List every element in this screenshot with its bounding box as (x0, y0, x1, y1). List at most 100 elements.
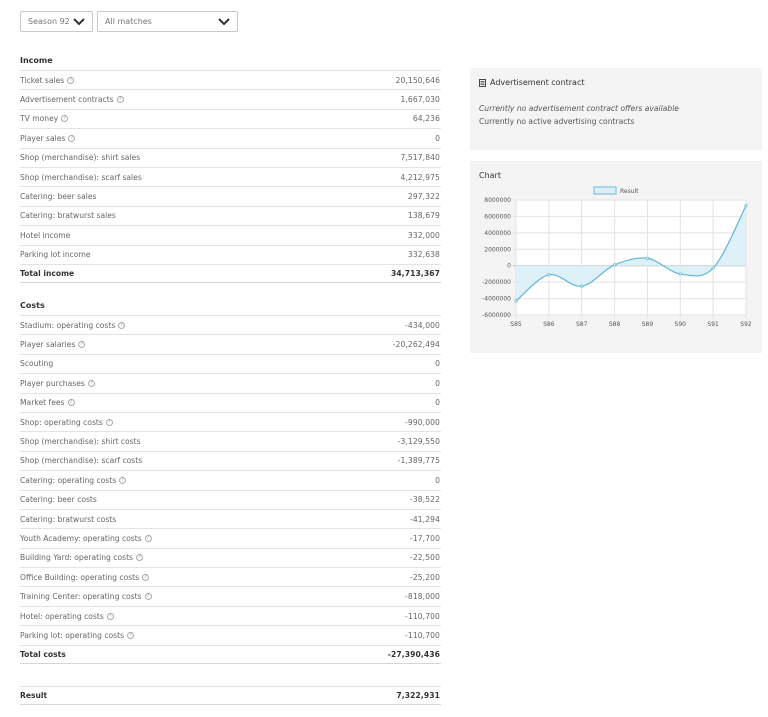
table-row: Shop (merchandise): shirt costs -3,129,55… (20, 431, 441, 450)
row-label: Player sales? (20, 133, 76, 143)
row-value: 0 (435, 359, 440, 369)
table-row: Player purchases? 0 (20, 373, 441, 392)
x-tick-label: S90 (675, 321, 687, 328)
row-label-text: Advertisement contracts (20, 95, 114, 105)
data-point (711, 266, 715, 270)
row-label-text: Market fees (20, 398, 65, 408)
total-label: Total income (20, 269, 75, 279)
row-label-text: Catering: bratwurst costs (20, 514, 117, 524)
total-value: -27,390,436 (387, 649, 440, 659)
total-label: Total costs (20, 649, 66, 659)
table-row: Catering: beer costs -38,522 (20, 489, 441, 509)
info-icon[interactable]: ? (116, 96, 124, 104)
row-label-text: Player purchases (20, 378, 85, 388)
info-icon[interactable]: ? (142, 573, 150, 581)
table-row: Hotel income 332,000 (20, 225, 441, 244)
info-icon[interactable]: ? (78, 341, 86, 349)
row-label: Advertisement contracts? (20, 95, 124, 104)
row-label-text: Player sales (20, 133, 66, 143)
info-icon[interactable]: ? (118, 321, 126, 329)
table-row: Player salaries? -20,262,494 (20, 334, 441, 353)
row-label: Youth Academy: operating costs? (20, 534, 152, 543)
costs-table: Stadium: operating costs? -434,000 Player … (20, 315, 441, 665)
data-point (645, 256, 650, 260)
table-row: Shop (merchandise): shirt sales 7,517,840 (20, 147, 441, 167)
info-icon[interactable]: ? (67, 399, 75, 407)
row-value: 138,679 (407, 211, 440, 221)
info-icon[interactable]: ? (144, 534, 152, 542)
row-label-text: TV money (20, 114, 59, 124)
season-select[interactable]: Season 92 (20, 11, 93, 32)
info-icon[interactable]: ? (136, 554, 144, 562)
info-icon[interactable]: ? (144, 593, 152, 601)
row-value: 0 (435, 378, 440, 388)
info-icon[interactable]: ? (105, 418, 113, 426)
row-value: -110,700 (405, 630, 440, 640)
info-icon[interactable]: ? (61, 115, 69, 123)
matches-select[interactable]: All matches (97, 11, 238, 32)
data-point (612, 263, 617, 267)
row-value: -25,200 (409, 572, 440, 582)
row-value: 332,638 (407, 250, 440, 260)
row-value: -990,000 (405, 417, 440, 427)
info-icon[interactable]: ? (87, 379, 95, 387)
table-row: Catering: beer sales 297,322 (20, 186, 441, 205)
row-value: -1,389,775 (397, 456, 440, 466)
info-icon[interactable]: ? (68, 134, 76, 142)
table-row: Advertisement contracts? 1,667,030 (20, 89, 441, 108)
row-label: Catering: bratwurst costs (20, 515, 116, 524)
info-icon[interactable]: ? (127, 631, 135, 639)
row-label-text: Stadium: operating costs (20, 320, 116, 330)
row-label-text: Player salaries (20, 340, 76, 350)
costs-heading: Costs (20, 301, 45, 310)
row-value: -110,700 (405, 611, 440, 621)
no-active-text: Currently no active advertising contract… (479, 117, 635, 126)
row-value: -3,129,550 (397, 437, 440, 447)
result-value: 7,322,931 (396, 691, 440, 701)
row-label: Parking lot: operating costs? (20, 631, 135, 640)
row-label: Building Yard: operating costs? (20, 553, 144, 563)
row-value: -434,000 (405, 320, 440, 330)
info-icon[interactable]: ? (106, 612, 114, 620)
row-label-text: Youth Academy: operating costs (20, 533, 142, 543)
row-label: Market fees? (20, 398, 75, 407)
x-tick-label: S88 (609, 321, 621, 328)
row-label-text: Catering: bratwurst sales (20, 211, 116, 221)
data-point (678, 272, 682, 276)
table-row: Training Center: operating costs? -818,00… (20, 586, 441, 605)
row-value: -38,522 (409, 495, 440, 505)
row-label: Player purchases? (20, 379, 95, 388)
row-value: -22,500 (409, 553, 440, 563)
row-label-text: Parking lot income (20, 250, 91, 260)
y-tick-label: -4000000 (482, 296, 511, 303)
advertisement-title: Advertisement contract (490, 78, 585, 87)
row-label: Hotel income (20, 231, 70, 240)
table-row: Catering: operating costs? 0 (20, 470, 441, 489)
x-tick-label: S85 (510, 321, 522, 328)
y-tick-label: 0 (507, 263, 511, 270)
data-point (514, 299, 518, 303)
table-row: Office Building: operating costs? -25,200 (20, 567, 441, 586)
row-label-text: Building Yard: operating costs (20, 553, 134, 563)
table-row: Stadium: operating costs? -434,000 (20, 315, 441, 334)
row-label-text: Training Center: operating costs (20, 592, 142, 602)
season-select-value: Season 92 (28, 17, 70, 26)
info-icon[interactable]: ? (67, 76, 75, 84)
no-offers-text: Currently no advertisement contract offe… (479, 104, 679, 113)
row-value: 332,000 (407, 230, 440, 240)
data-point (580, 284, 584, 288)
table-row: Shop (merchandise): scarf costs -1,389,77… (20, 450, 441, 470)
row-label: Shop (merchandise): shirt sales (20, 153, 140, 162)
row-value: 20,150,646 (395, 75, 440, 85)
x-tick-label: S87 (576, 321, 588, 328)
result-label: Result (20, 691, 48, 701)
row-label: Stadium: operating costs? (20, 320, 126, 330)
table-row: Shop: operating costs? -990,000 (20, 411, 441, 431)
chart-panel: Chart 8000000 6000000 4000000 2000000 0 -2000… (470, 161, 762, 353)
info-icon[interactable]: ? (119, 476, 127, 484)
row-label: Catering: beer costs (20, 495, 97, 504)
matches-select-value: All matches (105, 17, 152, 26)
row-label: Shop: operating costs? (20, 418, 113, 427)
document-icon (479, 79, 486, 87)
table-row: Ticket sales? 20,150,646 (20, 70, 441, 89)
